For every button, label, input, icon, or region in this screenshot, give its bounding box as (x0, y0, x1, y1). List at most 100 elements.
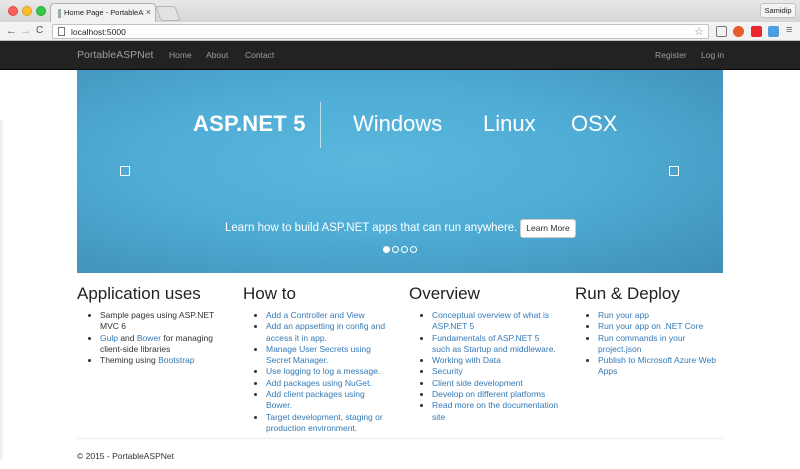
list-text: Theming using (100, 355, 159, 366)
address-bar[interactable]: localhost:5000 ☆ (52, 24, 709, 39)
forward-arrow-icon[interactable]: → (20, 24, 31, 38)
nav-link-contact[interactable]: Contact (245, 50, 274, 60)
carousel-caption: Learn how to build ASP.NET apps that can… (225, 222, 518, 234)
footer-divider (77, 438, 723, 439)
window-maximize-button[interactable] (36, 6, 46, 16)
nav-link-home[interactable]: Home (169, 50, 192, 60)
list-item: Working with Data (432, 355, 559, 366)
column-list: Run your appRun your app on .NET Core Run… (575, 310, 725, 378)
list-item: Use logging to log a message. (266, 366, 393, 377)
list-item: Target development, staging or productio… (266, 412, 393, 435)
carousel-indicator-dot[interactable] (392, 246, 399, 253)
list-item: Conceptual overview of what is ASP.NET 5 (432, 310, 559, 333)
list-link[interactable]: Add packages using NuGet. (266, 378, 372, 388)
list-item: Read more on the documentation site (432, 400, 559, 423)
carousel-prev-icon[interactable] (120, 166, 130, 176)
browser-menu-icon[interactable]: ≡ (786, 24, 792, 36)
list-link[interactable]: Manage User Secrets using Secret Manager… (266, 344, 371, 365)
window-close-button[interactable] (8, 6, 18, 16)
tab-title: Home Page - PortableASP (64, 8, 144, 17)
url-text[interactable]: localhost:5000 (71, 27, 126, 37)
list-item: Fundamentals of ASP.NET 5 such as Startu… (432, 333, 559, 356)
hero-osx: OSX (571, 111, 618, 136)
list-text: Sample pages using ASP.NET MVC 6 (100, 310, 215, 332)
list-link[interactable]: Client side development (432, 378, 523, 388)
list-item: Theming using Bootstrap (100, 355, 227, 366)
hero-windows: Windows (353, 111, 443, 136)
column-run-deploy: Run & Deploy Run your appRun your app on… (575, 284, 725, 378)
hero-linux: Linux (483, 111, 536, 136)
list-link[interactable]: Bootstrap (158, 355, 194, 365)
column-list: Sample pages using ASP.NET MVC 6Gulp and… (77, 310, 227, 366)
column-overview: Overview Conceptual overview of what is … (409, 284, 559, 423)
list-link[interactable]: Read more on the documentation site (432, 400, 558, 421)
list-link[interactable]: Run your app on .NET Core (598, 321, 703, 331)
list-item: Gulp and Bower for managing client-side … (100, 333, 227, 356)
column-heading: Application uses (77, 284, 201, 303)
learn-more-button[interactable]: Learn More (520, 219, 576, 238)
carousel-indicator-dot[interactable] (410, 246, 417, 253)
window-minimize-button[interactable] (22, 6, 32, 16)
list-text: and (117, 332, 137, 343)
nav-link-register[interactable]: Register (655, 50, 687, 60)
flipboard-icon[interactable] (751, 26, 762, 37)
list-link[interactable]: Publish to Microsoft Azure Web Apps (598, 355, 716, 376)
back-arrow-icon[interactable]: ← (6, 24, 17, 38)
list-link[interactable]: Develop on different platforms (432, 389, 545, 399)
extension-icon[interactable] (733, 26, 744, 37)
column-heading: How to (243, 284, 296, 303)
list-item: Run your app (598, 310, 725, 321)
list-link[interactable]: Target development, staging or productio… (266, 412, 383, 433)
list-item: Add an appsetting in config and access i… (266, 321, 393, 344)
carousel-next-icon[interactable] (669, 166, 679, 176)
list-link[interactable]: Run your app (598, 310, 649, 320)
nav-link-login[interactable]: Log in (701, 50, 724, 60)
column-heading: Overview (409, 284, 480, 303)
column-list: Conceptual overview of what is ASP.NET 5… (409, 310, 559, 423)
site-navbar: PortableASPNet Home About Contact Regist… (0, 41, 800, 70)
hero-divider (320, 102, 321, 148)
list-link[interactable]: Run commands in your project.json (598, 333, 685, 354)
list-link[interactable]: Gulp (100, 333, 118, 343)
hero-aspnet-title: ASP.NET 5 (193, 111, 306, 136)
list-link[interactable]: Conceptual overview of what is ASP.NET 5 (432, 310, 549, 331)
list-link[interactable]: Add client packages using Bower. (266, 389, 365, 410)
bookmark-star-icon[interactable]: ☆ (694, 25, 704, 38)
carousel-indicator-dot[interactable] (401, 246, 408, 253)
nav-link-about[interactable]: About (206, 50, 228, 60)
list-item: Run your app on .NET Core (598, 321, 725, 332)
list-item: Add a Controller and View (266, 310, 393, 321)
list-item: Manage User Secrets using Secret Manager… (266, 344, 393, 367)
navbar-brand[interactable]: PortableASPNet (77, 49, 153, 61)
screenshot-extension-icon[interactable] (768, 26, 779, 37)
list-item: Add client packages using Bower. (266, 389, 393, 412)
footer-copyright: © 2015 - PortableASPNet (77, 451, 174, 461)
browser-titlebar: Home Page - PortableASP × Samidip (0, 0, 800, 22)
list-link[interactable]: Use logging to log a message. (266, 366, 380, 376)
column-application-uses: Application uses Sample pages using ASP.… (77, 284, 227, 366)
list-link[interactable]: Bower (137, 333, 161, 343)
list-link[interactable]: Working with Data (432, 355, 501, 365)
window-shadow (0, 120, 4, 460)
list-item: Add packages using NuGet. (266, 378, 393, 389)
list-link[interactable]: Add an appsetting in config and access i… (266, 321, 385, 342)
reload-icon[interactable]: C (36, 24, 43, 38)
page-favicon-icon (58, 9, 61, 18)
list-item: Client side development (432, 378, 559, 389)
column-list: Add a Controller and ViewAdd an appsetti… (243, 310, 393, 434)
carousel-indicator-dot[interactable] (383, 246, 390, 253)
list-item: Publish to Microsoft Azure Web Apps (598, 355, 725, 378)
tab-close-icon[interactable]: × (146, 7, 151, 17)
browser-tab-home[interactable]: Home Page - PortableASP × (50, 3, 156, 22)
list-item: Sample pages using ASP.NET MVC 6 (100, 310, 227, 333)
list-item: Develop on different platforms (432, 389, 559, 400)
cast-icon[interactable] (716, 26, 727, 37)
list-link[interactable]: Fundamentals of ASP.NET 5 such as Startu… (432, 333, 556, 354)
column-heading: Run & Deploy (575, 284, 680, 303)
browser-toolbar: ← → C localhost:5000 ☆ ≡ (0, 22, 800, 41)
list-link[interactable]: Security (432, 366, 463, 376)
new-tab-button[interactable] (155, 6, 181, 21)
profile-button[interactable]: Samidip (760, 3, 796, 18)
list-link[interactable]: Add a Controller and View (266, 310, 365, 320)
list-item: Security (432, 366, 559, 377)
